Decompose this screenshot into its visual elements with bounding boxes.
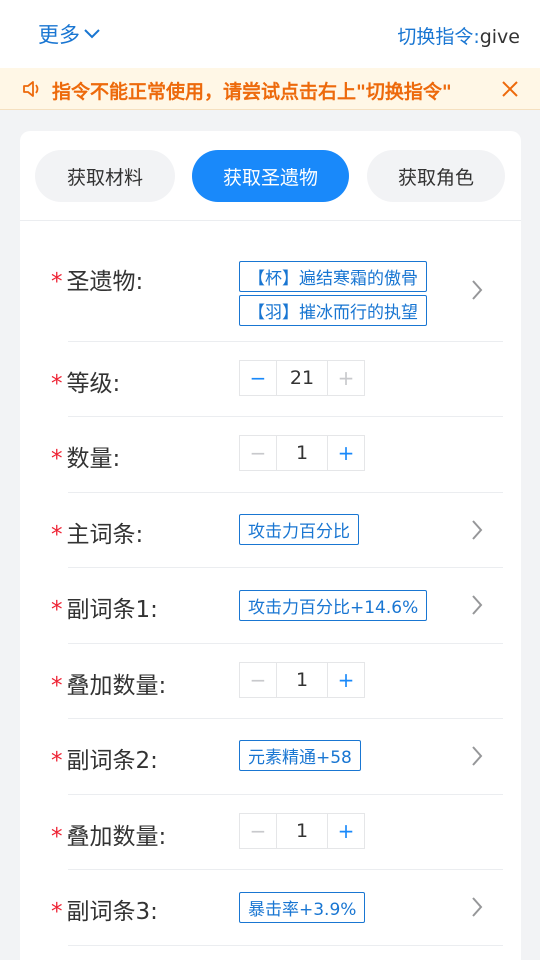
- sub-stat-1-row[interactable]: * 副词条1: 攻击力百分比+14.6%: [51, 568, 503, 644]
- more-label: 更多: [38, 23, 80, 47]
- sub-stat-2-tag: 元素精通+58: [239, 740, 361, 771]
- top-bar: 更多 切换指令:give: [0, 0, 540, 68]
- sub-stat-3-tag: 暴击率+3.9%: [239, 892, 366, 923]
- artifact-label: * 圣遗物:: [51, 269, 144, 295]
- main-stat-tag: 攻击力百分比: [239, 514, 359, 545]
- increase-button[interactable]: +: [328, 436, 364, 470]
- speaker-icon: [23, 81, 39, 97]
- chevron-right-icon: [472, 280, 483, 300]
- stack-count-1-input[interactable]: 1: [276, 663, 328, 697]
- form-card: 获取材料 获取圣遗物 获取角色 * 圣遗物: 【杯】遍结寒霜的傲骨 【羽】摧冰而行…: [20, 131, 521, 960]
- stack-count-1-stepper: − 1 +: [239, 662, 365, 698]
- notice-bar: 指令不能正常使用，请尝试点击右上"切换指令": [0, 68, 540, 110]
- switch-command-value: give: [479, 26, 520, 48]
- stack-count-2-input[interactable]: 1: [276, 814, 328, 848]
- sub-stat-2-row[interactable]: * 副词条2: 元素精通+58: [51, 719, 503, 795]
- artifact-row[interactable]: * 圣遗物: 【杯】遍结寒霜的傲骨 【羽】摧冰而行的执望: [51, 221, 503, 342]
- sub-stat-1-tag: 攻击力百分比+14.6%: [239, 590, 428, 621]
- stack-count-2-label: * 叠加数量:: [51, 824, 167, 850]
- tab-get-characters[interactable]: 获取角色: [367, 150, 505, 202]
- notice-text: 指令不能正常使用，请尝试点击右上"切换指令": [52, 81, 452, 103]
- sub-stat-1-tags: 攻击力百分比+14.6%: [239, 590, 428, 621]
- decrease-button[interactable]: −: [240, 361, 276, 395]
- sub-stat-2-tags: 元素精通+58: [239, 740, 361, 771]
- sub-stat-3-label: * 副词条3:: [51, 899, 158, 925]
- level-stepper: − 21 +: [239, 360, 365, 396]
- main-stat-tags: 攻击力百分比: [239, 514, 359, 545]
- sub-stat-2-label: * 副词条2:: [51, 748, 158, 774]
- artifact-tag: 【羽】摧冰而行的执望: [239, 295, 427, 326]
- decrease-button[interactable]: −: [240, 436, 276, 470]
- chevron-right-icon: [472, 897, 483, 917]
- stack-count-1-label: * 叠加数量:: [51, 673, 167, 699]
- main-stat-row[interactable]: * 主词条: 攻击力百分比: [51, 493, 503, 568]
- artifact-tags: 【杯】遍结寒霜的傲骨 【羽】摧冰而行的执望: [239, 261, 427, 326]
- quantity-input[interactable]: 1: [276, 436, 328, 470]
- increase-button[interactable]: +: [328, 361, 364, 395]
- quantity-row: * 数量: − 1 +: [51, 417, 503, 493]
- main-stat-label: * 主词条:: [51, 522, 144, 548]
- sub-stat-3-row[interactable]: * 副词条3: 暴击率+3.9%: [51, 870, 503, 946]
- decrease-button[interactable]: −: [240, 663, 276, 697]
- chevron-right-icon: [472, 520, 483, 540]
- tab-bar: 获取材料 获取圣遗物 获取角色: [20, 131, 521, 221]
- level-input[interactable]: 21: [276, 361, 328, 395]
- stack-count-2-stepper: − 1 +: [239, 813, 365, 849]
- chevron-right-icon: [472, 746, 483, 766]
- increase-button[interactable]: +: [328, 663, 364, 697]
- sub-stat-1-label: * 副词条1:: [51, 597, 158, 623]
- level-row: * 等级: − 21 +: [51, 342, 503, 417]
- quantity-stepper: − 1 +: [239, 435, 365, 471]
- chevron-down-icon: [84, 29, 100, 39]
- close-icon[interactable]: [500, 79, 520, 99]
- level-label: * 等级:: [51, 371, 121, 397]
- increase-button[interactable]: +: [328, 814, 364, 848]
- more-menu-button[interactable]: 更多: [38, 19, 101, 49]
- switch-command-button[interactable]: 切换指令:give: [397, 22, 520, 49]
- chevron-right-icon: [472, 595, 483, 615]
- artifact-tag: 【杯】遍结寒霜的傲骨: [239, 261, 427, 292]
- stack-count-1-row: * 叠加数量: − 1 +: [51, 644, 503, 719]
- tab-get-materials[interactable]: 获取材料: [35, 150, 175, 202]
- required-mark: *: [51, 269, 63, 295]
- quantity-label: * 数量:: [51, 446, 121, 472]
- tab-get-artifacts[interactable]: 获取圣遗物: [192, 150, 349, 202]
- decrease-button[interactable]: −: [240, 814, 276, 848]
- switch-command-label: 切换指令:: [397, 26, 480, 48]
- stack-count-2-row: * 叠加数量: − 1 +: [51, 795, 503, 870]
- sub-stat-3-tags: 暴击率+3.9%: [239, 892, 366, 923]
